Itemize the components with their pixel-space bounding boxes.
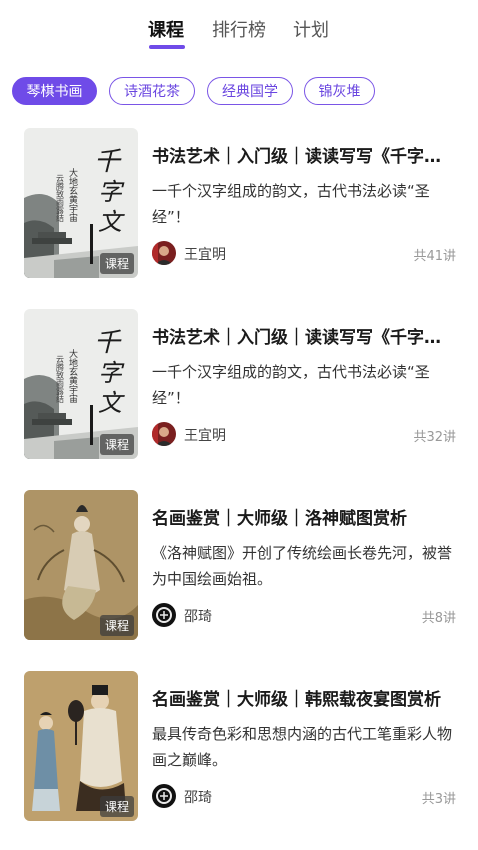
- course-badge: 课程: [99, 253, 134, 274]
- tab-plan[interactable]: 计划: [293, 16, 329, 42]
- course-title[interactable]: 名画鉴赏｜大师级｜韩熙载夜宴图赏析: [152, 685, 452, 710]
- avatar: [152, 784, 176, 808]
- author-name: 王宜明: [184, 428, 226, 444]
- svg-text:大地玄黄宇宙: 大地玄黄宇宙: [67, 348, 78, 404]
- lesson-count: 共8讲: [421, 611, 456, 626]
- svg-text:字: 字: [98, 359, 125, 387]
- painting-thumbnail-icon[interactable]: 课程: [24, 490, 138, 640]
- course-description: 最具传奇色彩和思想内涵的古代工笔重彩人物画之巅峰。: [152, 725, 452, 769]
- calligraphy-thumbnail-icon[interactable]: 千 字 文 大地玄黄宇宙 云腾致雨露结 课程: [24, 128, 138, 278]
- chip-shi-jiu-hua-cha[interactable]: 诗酒花茶: [109, 77, 195, 105]
- author-row: 王宜明 共41讲: [152, 241, 456, 267]
- course-title[interactable]: 书法艺术｜入门级｜读读写写《千字文》: [152, 323, 452, 348]
- svg-text:云腾致雨露结: 云腾致雨露结: [56, 174, 65, 223]
- course-description: 一千个汉字组成的韵文，古代书法必读“圣经”！: [152, 182, 430, 226]
- active-tab-indicator: [149, 45, 185, 49]
- author-row: 邵琦 共8讲: [152, 603, 456, 629]
- svg-text:千: 千: [94, 328, 122, 358]
- course-badge: 课程: [99, 796, 134, 817]
- course-description: 一千个汉字组成的韵文，古代书法必读“圣经”！: [152, 363, 430, 407]
- author-row: 邵琦 共3讲: [152, 784, 456, 810]
- lesson-count: 共41讲: [413, 249, 456, 264]
- author-row: 王宜明 共32讲: [152, 422, 456, 448]
- author-name: 邵琦: [184, 790, 212, 806]
- lesson-count: 共3讲: [421, 792, 456, 807]
- course-card[interactable]: 千 字 文 大地玄黄宇宙 云腾致雨露结 课程 书法艺术｜入门级｜读读写写《千字文…: [24, 128, 456, 278]
- course-badge: 课程: [99, 434, 134, 455]
- svg-text:文: 文: [98, 208, 125, 236]
- avatar: [152, 422, 176, 446]
- course-card[interactable]: 千 字 文 大地玄黄宇宙 云腾致雨露结 课程 书法艺术｜入门级｜读读写写《千字文…: [24, 309, 456, 459]
- svg-text:文: 文: [98, 389, 125, 417]
- tab-ranking[interactable]: 排行榜: [212, 16, 266, 42]
- svg-text:大地玄黄宇宙: 大地玄黄宇宙: [67, 167, 78, 223]
- author-name: 邵琦: [184, 609, 212, 625]
- course-title[interactable]: 书法艺术｜入门级｜读读写写《千字文》: [152, 142, 452, 167]
- svg-text:云腾致雨露结: 云腾致雨露结: [56, 355, 65, 404]
- svg-text:千: 千: [94, 147, 122, 177]
- chip-qin-qi-shu-hua[interactable]: 琴棋书画: [12, 77, 97, 105]
- course-description: 《洛神赋图》开创了传统绘画长卷先河，被誉为中国绘画始祖。: [152, 544, 452, 588]
- painting-thumbnail-icon[interactable]: 课程: [24, 671, 138, 821]
- chip-jin-hui-dui[interactable]: 锦灰堆: [304, 77, 375, 105]
- svg-text:字: 字: [98, 178, 125, 206]
- avatar: [152, 603, 176, 627]
- top-tab-bar: 课程 排行榜 计划: [0, 12, 478, 52]
- avatar: [152, 241, 176, 265]
- tab-courses[interactable]: 课程: [148, 16, 184, 42]
- course-badge: 课程: [99, 615, 134, 636]
- course-card[interactable]: 课程 名画鉴赏｜大师级｜韩熙载夜宴图赏析 最具传奇色彩和思想内涵的古代工笔重彩人…: [24, 671, 456, 821]
- chip-jing-dian-guo-xue[interactable]: 经典国学: [207, 77, 293, 105]
- calligraphy-thumbnail-icon[interactable]: 千 字 文 大地玄黄宇宙 云腾致雨露结 课程: [24, 309, 138, 459]
- category-chips: 琴棋书画 诗酒花茶 经典国学 锦灰堆: [12, 77, 472, 107]
- author-name: 王宜明: [184, 247, 226, 263]
- course-card[interactable]: 课程 名画鉴赏｜大师级｜洛神赋图赏析 《洛神赋图》开创了传统绘画长卷先河，被誉为…: [24, 490, 456, 640]
- course-title[interactable]: 名画鉴赏｜大师级｜洛神赋图赏析: [152, 504, 452, 529]
- lesson-count: 共32讲: [413, 430, 456, 445]
